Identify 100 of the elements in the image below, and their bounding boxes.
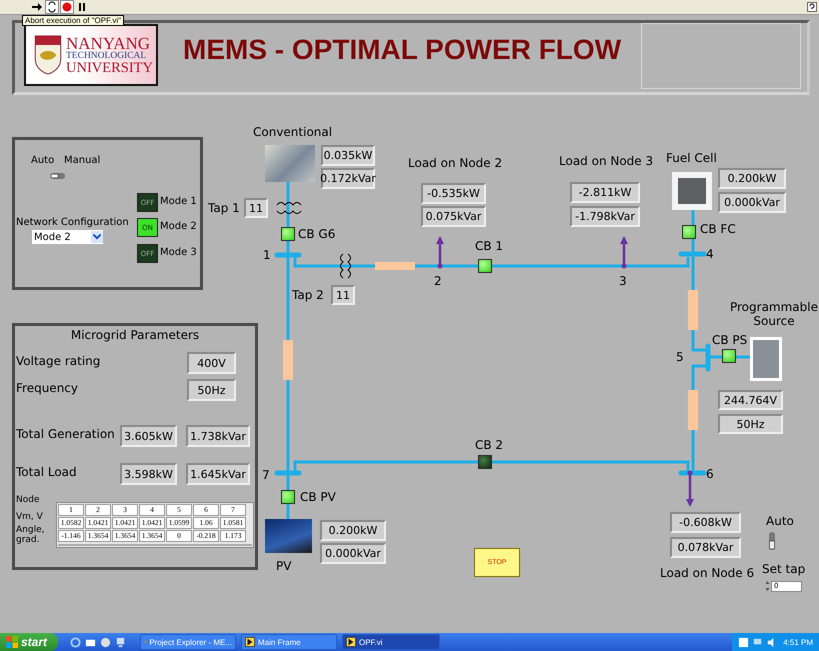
breaker-label: CB G6 bbox=[298, 227, 336, 241]
tap-label: Tap 2 bbox=[292, 288, 324, 302]
breaker-button[interactable] bbox=[281, 490, 295, 504]
mode-label: Mode 2 bbox=[160, 220, 197, 234]
mode-label: Mode 1 bbox=[160, 195, 197, 209]
desktop-icon[interactable] bbox=[115, 636, 126, 648]
load-label: Load on Node 3 bbox=[559, 154, 654, 168]
run-continuously-icon[interactable] bbox=[46, 1, 58, 13]
parameter-label: Total Generation bbox=[16, 427, 115, 441]
source-label: Programmable Source bbox=[728, 300, 819, 328]
photo-placeholder bbox=[265, 519, 312, 553]
taskbar-button[interactable]: OPF.vi bbox=[342, 634, 440, 650]
row-label: Angle, grad. bbox=[16, 525, 46, 545]
photo-placeholder bbox=[265, 145, 315, 182]
power-display: -1.798kVar bbox=[570, 206, 640, 227]
panel-title: Microgrid Parameters bbox=[70, 328, 200, 342]
power-display: 0.035kW bbox=[321, 145, 375, 166]
load-arrow bbox=[436, 236, 444, 268]
value-display: 3.605kW bbox=[120, 425, 177, 447]
tap-display: 11 bbox=[244, 198, 268, 218]
value-display: 1.645kVar bbox=[186, 463, 250, 485]
load-arrow bbox=[686, 470, 694, 507]
parameter-label: Voltage rating bbox=[16, 354, 100, 368]
browser-icon[interactable] bbox=[70, 636, 81, 648]
value-display: 3.598kW bbox=[120, 463, 177, 485]
power-display: 0.075kVar bbox=[421, 206, 486, 227]
scrollbar[interactable] bbox=[58, 544, 252, 546]
transformer-icon bbox=[340, 254, 351, 278]
clock: 4:51 PM bbox=[783, 638, 813, 646]
page-title: MEMS - OPTIMAL POWER FLOW bbox=[183, 34, 622, 66]
breaker-label: CB PV bbox=[300, 490, 336, 504]
value-display: 400V bbox=[187, 352, 236, 374]
switch-label: Auto bbox=[766, 514, 794, 528]
mode-dropdown[interactable]: Mode 2 bbox=[32, 230, 103, 244]
power-display: 0.200kW bbox=[718, 168, 786, 189]
media-icon[interactable] bbox=[100, 636, 111, 648]
power-display: 0.000kVar bbox=[718, 192, 786, 213]
node-number: 1 bbox=[263, 248, 271, 262]
row-label: Vm, V bbox=[16, 512, 44, 522]
impedance-block bbox=[375, 262, 415, 270]
breaker-button[interactable] bbox=[722, 349, 736, 363]
power-display: -0.535kW bbox=[421, 183, 486, 204]
breaker-label: CB 1 bbox=[475, 239, 504, 253]
power-display: -2.811kW bbox=[570, 182, 640, 203]
switch-label: Manual bbox=[64, 154, 100, 168]
source-label: Fuel Cell bbox=[666, 151, 717, 165]
logo-text: NANYANG bbox=[66, 34, 152, 52]
toggle-switch[interactable] bbox=[766, 531, 778, 551]
node-number: 2 bbox=[434, 274, 442, 288]
start-button[interactable]: start bbox=[0, 633, 58, 651]
frequency-display: 50Hz bbox=[718, 414, 783, 434]
abort-icon[interactable] bbox=[61, 1, 73, 13]
crest-icon bbox=[34, 35, 62, 75]
node-number: 5 bbox=[676, 350, 684, 364]
breaker-label: CB 2 bbox=[475, 438, 504, 452]
pause-icon[interactable] bbox=[76, 1, 88, 13]
load-arrow bbox=[620, 236, 628, 268]
breaker-button[interactable] bbox=[682, 225, 696, 239]
load-label: Load on Node 2 bbox=[408, 156, 502, 170]
breaker-button[interactable] bbox=[478, 259, 492, 273]
field-label: Set tap bbox=[762, 562, 806, 576]
photo-placeholder bbox=[672, 172, 712, 210]
breaker-label: CB PS bbox=[712, 333, 748, 347]
row-label: Node bbox=[16, 495, 40, 505]
value-display: 50Hz bbox=[187, 379, 236, 401]
photo-placeholder bbox=[750, 337, 782, 381]
value-display: 1.738kVar bbox=[186, 425, 250, 447]
power-display: -0.608kW bbox=[670, 512, 741, 533]
parameter-label: Frequency bbox=[16, 381, 78, 395]
node-number: 7 bbox=[262, 468, 270, 482]
power-display: 0.172kVar bbox=[321, 168, 375, 189]
logo-text: TECHNOLOGICAL bbox=[66, 52, 148, 61]
logo-text: UNIVERSITY bbox=[66, 61, 153, 76]
run-arrow-icon[interactable] bbox=[31, 1, 43, 13]
impedance-block bbox=[688, 290, 698, 330]
node-number: 6 bbox=[706, 467, 714, 481]
tooltip: Abort execution of "OPF.vi" bbox=[22, 15, 124, 26]
tap-label: Tap 1 bbox=[208, 201, 240, 215]
node-number: 3 bbox=[619, 274, 627, 288]
impedance-block bbox=[688, 390, 698, 430]
taskbar-button[interactable]: Project Explorer - ME... bbox=[140, 634, 236, 650]
mode-label: Mode 3 bbox=[160, 246, 197, 260]
parameter-label: Total Load bbox=[16, 465, 77, 479]
switch-label: Auto bbox=[31, 154, 54, 168]
power-display: 0.078kVar bbox=[670, 537, 741, 558]
source-label: PV bbox=[276, 559, 292, 573]
node-number: 4 bbox=[706, 247, 714, 261]
breaker-label: CB FC bbox=[700, 222, 736, 236]
taskbar-button[interactable]: Main Frame bbox=[241, 634, 337, 650]
help-icon[interactable] bbox=[807, 2, 817, 12]
windows-flag-icon bbox=[6, 636, 18, 648]
breaker-button[interactable] bbox=[281, 227, 295, 241]
source-label: Conventional bbox=[253, 125, 332, 139]
voltage-display: 244.764V bbox=[718, 390, 783, 410]
power-display: 0.200kW bbox=[320, 520, 386, 541]
power-display: 0.000kVar bbox=[320, 543, 386, 564]
load-label: Load on Node 6 bbox=[660, 566, 754, 580]
transformer-icon bbox=[276, 202, 302, 214]
impedance-block bbox=[283, 340, 293, 380]
dropdown-arrow-icon bbox=[91, 231, 103, 243]
